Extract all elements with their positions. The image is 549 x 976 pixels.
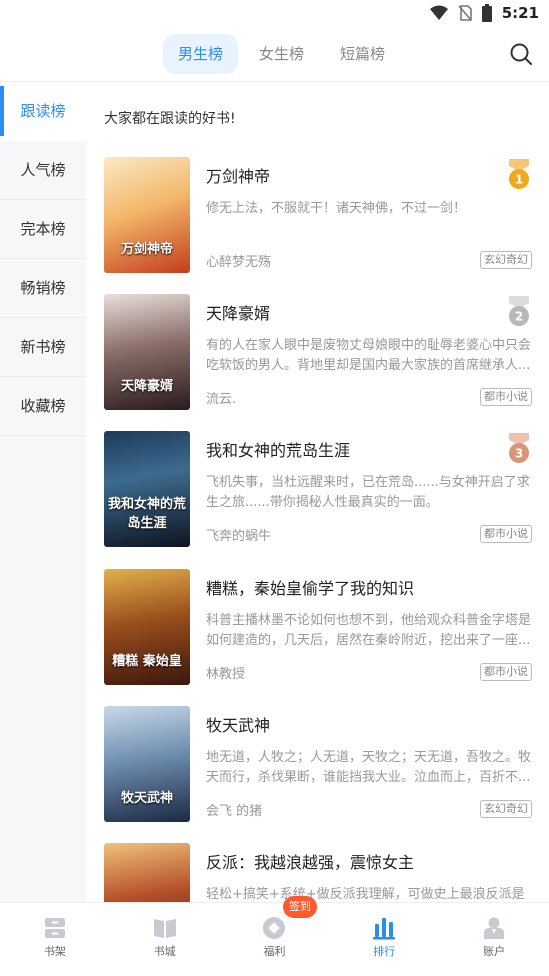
nav-account[interactable]: 账户 [439, 903, 549, 976]
bronze-medal-icon: 3 [509, 433, 529, 463]
nav-label: 书城 [153, 945, 176, 958]
book-cover[interactable] [104, 843, 190, 902]
cover-title: 天降豪婿 [120, 379, 173, 394]
sidebar-item-completed[interactable]: 完本榜 [0, 200, 86, 259]
book-item[interactable]: 天降豪婿 天降豪婿 2 有的人在家人眼中是废物丈母娘眼中的耻辱老婆心中只会吃软饭… [104, 294, 534, 410]
book-tag: 玄幻奇幻 [480, 800, 532, 818]
sidebar-item-new[interactable]: 新书榜 [0, 318, 86, 377]
nav-label: 账户 [483, 945, 506, 958]
account-icon [484, 917, 505, 939]
book-tag: 都市小说 [480, 663, 532, 681]
book-cover[interactable]: 牧天武神 [104, 706, 190, 822]
rank-number: 1 [515, 173, 523, 187]
bookshelf-icon [44, 918, 65, 938]
tab-short[interactable]: 短篇榜 [325, 34, 400, 74]
sidebar: 跟读榜 人气榜 完本榜 畅销榜 新书榜 收藏榜 [0, 82, 86, 902]
book-title[interactable]: 我和女神的荒岛生涯 [206, 437, 350, 461]
tab-female[interactable]: 女生榜 [244, 34, 319, 74]
status-bar: 5:21 [0, 0, 549, 28]
ranking-chart-icon [373, 918, 396, 940]
book-cover[interactable]: 我和女神的荒岛生涯 [104, 431, 190, 547]
no-sim-icon [458, 5, 472, 21]
list-subtitle: 大家都在跟读的好书! [104, 111, 236, 127]
book-author: 会飞 的猪 [206, 804, 263, 819]
gold-medal-icon: 1 [509, 159, 529, 189]
book-tag: 玄幻奇幻 [480, 251, 532, 269]
status-time: 5:21 [501, 4, 539, 22]
book-tag: 都市小说 [480, 388, 532, 406]
bottom-nav: 书架 书城 福利 排行 账户 [0, 902, 549, 976]
book-cover[interactable]: 天降豪婿 [104, 294, 190, 410]
status-icons: 5:21 [429, 4, 539, 22]
book-item[interactable]: 反派：我越浪越强，震惊女主 轻松+搞笑+系统+做反派我理解，可做史上最浪反派是什… [104, 843, 534, 902]
book-desc: 科普主播林墨不论如何也想不到，他给观众科普金字塔是如何建造的，几天后，居然在秦岭… [206, 613, 532, 648]
wifi-icon [429, 5, 448, 20]
book-author: 林教授 [206, 667, 246, 682]
open-book-icon [153, 919, 176, 938]
book-desc: 有的人在家人眼中是废物丈母娘眼中的耻辱老婆心中只会吃软饭的男人。背地里却是国内最… [206, 338, 532, 373]
nav-label: 排行 [373, 945, 396, 958]
ranking-tabs: 男生榜 女生榜 短篇榜 [163, 34, 406, 74]
book-item[interactable]: 糟糕 秦始皇 糟糕，秦始皇偷学了我的知识 科普主播林墨不论如何也想不到，他给观众… [104, 569, 534, 685]
book-desc: 修无上法，不服就干！诸天神佛，不过一剑！ [206, 201, 467, 216]
book-title[interactable]: 糟糕，秦始皇偷学了我的知识 [206, 575, 414, 599]
header: 男生榜 女生榜 短篇榜 [0, 28, 549, 82]
nav-label: 书架 [43, 945, 66, 958]
rank-number: 3 [515, 447, 523, 461]
welfare-icon [263, 917, 286, 939]
book-item[interactable]: 我和女神的荒岛生涯 我和女神的荒岛生涯 3 飞机失事，当杜远醒来时，已在荒岛..… [104, 431, 534, 547]
battery-icon [481, 4, 492, 22]
book-item[interactable]: 万剑神帝 万剑神帝 1 修无上法，不服就干！诸天神佛，不过一剑！ 心醉梦无殇 玄… [104, 157, 534, 273]
sidebar-item-popular[interactable]: 人气榜 [0, 141, 86, 200]
sidebar-item-collected[interactable]: 收藏榜 [0, 377, 86, 436]
book-cover[interactable]: 糟糕 秦始皇 [104, 569, 190, 685]
sidebar-item-bestseller[interactable]: 畅销榜 [0, 259, 86, 318]
book-list: 大家都在跟读的好书! 万剑神帝 万剑神帝 1 修无上法，不服就干！诸天神佛，不过… [86, 82, 549, 902]
book-author: 飞奔的蜗牛 [206, 529, 272, 544]
book-title[interactable]: 牧天武神 [206, 712, 270, 736]
book-title[interactable]: 万剑神帝 [206, 163, 270, 187]
book-desc: 飞机失事，当杜远醒来时，已在荒岛......与女神开启了求生之旅......带你… [206, 475, 530, 510]
nav-bookshelf[interactable]: 书架 [0, 903, 110, 976]
cover-title: 糟糕 秦始皇 [112, 654, 182, 669]
sidebar-item-follow[interactable]: 跟读榜 [0, 82, 86, 141]
book-title[interactable]: 反派：我越浪越强，震惊女主 [206, 849, 414, 873]
cover-title: 万剑神帝 [120, 242, 173, 257]
sign-in-badge[interactable]: 签到 [283, 896, 317, 918]
tab-male[interactable]: 男生榜 [163, 34, 239, 74]
book-desc: 轻松+搞笑+系统+做反派我理解，可做史上最浪反派是什么鬼？ [206, 887, 525, 902]
book-title[interactable]: 天降豪婿 [206, 300, 270, 324]
book-cover[interactable]: 万剑神帝 [104, 157, 190, 273]
nav-ranking[interactable]: 排行 [329, 903, 439, 976]
search-icon[interactable] [509, 42, 533, 66]
book-item[interactable]: 牧天武神 牧天武神 地无道，人牧之；人无道，天牧之；天无道，吾牧之。牧天而行，杀… [104, 706, 534, 822]
cover-title: 我和女神的荒岛生涯 [108, 497, 187, 531]
book-tag: 都市小说 [480, 525, 532, 543]
nav-bookstore[interactable]: 书城 [110, 903, 220, 976]
book-desc: 地无道，人牧之；人无道，天牧之；天无道，吾牧之。牧天而行，杀伐果断，谁能挡我大业… [206, 750, 532, 785]
nav-label: 福利 [263, 945, 286, 958]
silver-medal-icon: 2 [509, 296, 529, 326]
rank-number: 2 [515, 310, 523, 324]
book-author: 心醉梦无殇 [206, 255, 272, 270]
book-author: 流云. [206, 392, 237, 407]
cover-title: 牧天武神 [120, 791, 173, 806]
